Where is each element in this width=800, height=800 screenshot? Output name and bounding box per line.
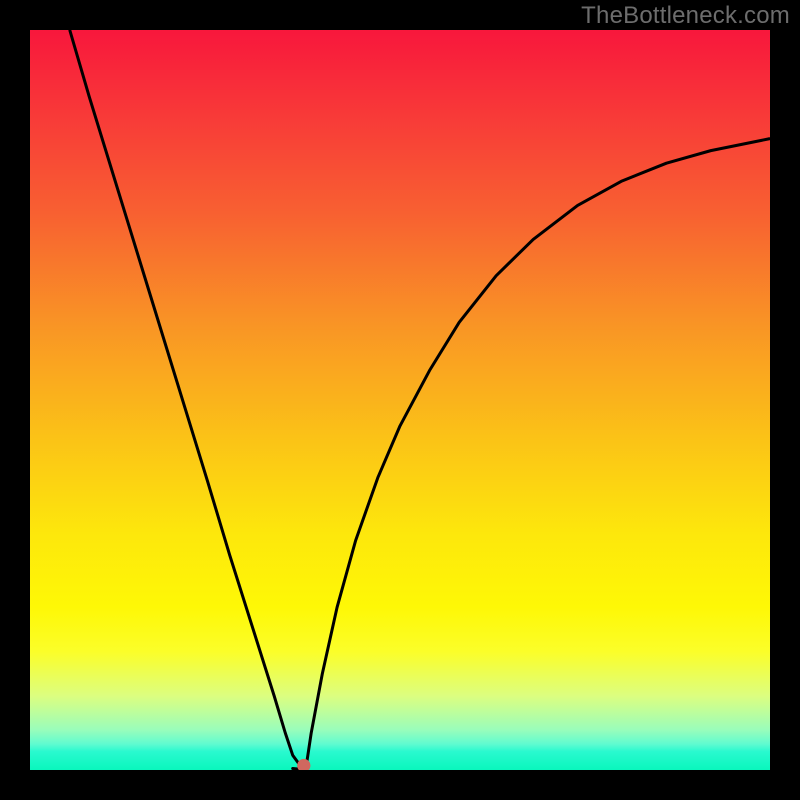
chart-svg [30,30,770,770]
plot-area [30,30,770,770]
gradient-background [30,30,770,770]
chart-frame: TheBottleneck.com [0,0,800,800]
watermark-text: TheBottleneck.com [581,2,790,30]
